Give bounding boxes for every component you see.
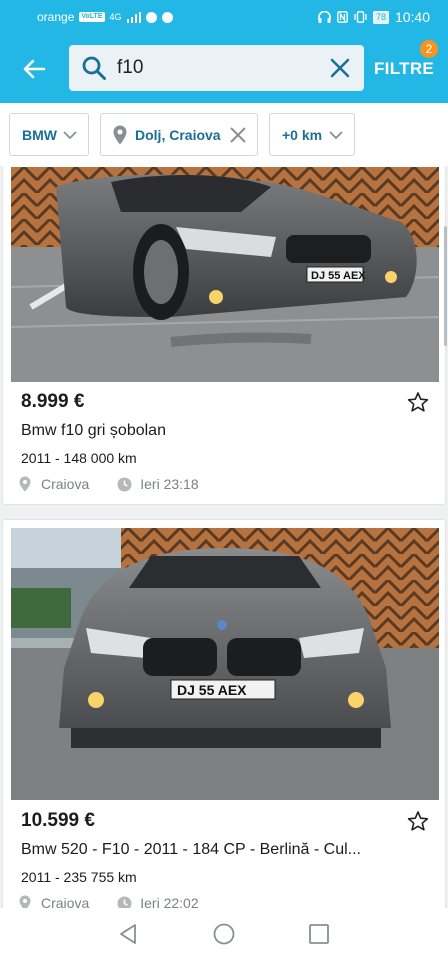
battery-level: 78 bbox=[372, 10, 389, 24]
listing-time: Ieri 22:02 bbox=[140, 895, 199, 908]
listing-photo[interactable]: DJ 55 AEX bbox=[11, 167, 439, 382]
car-photo: DJ 55 AEX bbox=[11, 167, 439, 382]
car-photo: DJ 55 AEX bbox=[11, 528, 439, 800]
location-chip[interactable]: Dolj, Craiova bbox=[100, 113, 258, 156]
volte-badge: VoLTE bbox=[79, 12, 105, 22]
listing-price: 8.999 € bbox=[21, 391, 85, 412]
notification-app-icon bbox=[145, 11, 157, 23]
listing-year-km: 2011 - 148 000 km bbox=[21, 450, 137, 466]
location-pin-icon bbox=[19, 476, 31, 492]
listing-title[interactable]: Bmw 520 - F10 - 2011 - 184 CP - Berlină … bbox=[21, 841, 361, 859]
listing-location-row: Craiova Ieri 23:18 bbox=[19, 476, 199, 492]
listing-card[interactable]: DJ 55 AEX 10.599 € Bmw 520 - F10 - 2011 … bbox=[2, 519, 446, 908]
vibrate-icon bbox=[354, 11, 367, 23]
status-bar: orange VoLTE 4G 78 10:40 bbox=[0, 0, 448, 34]
nav-recents-icon[interactable] bbox=[308, 923, 330, 945]
signal-icon bbox=[126, 11, 141, 23]
star-icon[interactable] bbox=[407, 391, 429, 413]
app-bar: f10 FILTRE 2 bbox=[0, 34, 448, 103]
location-pin-icon bbox=[19, 895, 31, 908]
listing-photo[interactable]: DJ 55 AEX bbox=[11, 528, 439, 800]
filters-button[interactable]: FILTRE bbox=[374, 59, 434, 79]
search-query[interactable]: f10 bbox=[117, 57, 143, 79]
listing-price: 10.599 € bbox=[21, 810, 95, 831]
scrollbar[interactable] bbox=[444, 226, 447, 346]
headphones-icon bbox=[318, 11, 331, 23]
clock-icon bbox=[117, 896, 132, 908]
clock-icon bbox=[117, 477, 132, 491]
listing-title[interactable]: Bmw f10 gri șobolan bbox=[21, 422, 166, 440]
nfc-icon bbox=[337, 11, 348, 23]
search-input[interactable]: f10 bbox=[69, 45, 364, 91]
star-icon[interactable] bbox=[407, 810, 429, 832]
location-chip-label: Dolj, Craiova bbox=[135, 126, 221, 143]
close-icon[interactable] bbox=[328, 56, 352, 80]
radius-chip-label: +0 km bbox=[282, 126, 323, 143]
close-icon[interactable] bbox=[229, 126, 247, 144]
listing-location-row: Craiova Ieri 22:02 bbox=[19, 895, 199, 908]
filter-chips-row: BMW Dolj, Craiova +0 km bbox=[0, 103, 448, 166]
license-plate-text: DJ 55 AEX bbox=[177, 682, 247, 698]
filter-count-badge: 2 bbox=[420, 40, 438, 58]
listing-year-km: 2011 - 235 755 km bbox=[21, 869, 137, 885]
carrier-name: orange bbox=[37, 10, 75, 24]
brand-chip[interactable]: BMW bbox=[9, 113, 89, 156]
nav-back-icon[interactable] bbox=[117, 923, 139, 945]
listing-location: Craiova bbox=[41, 895, 90, 908]
search-icon bbox=[82, 56, 106, 80]
listing-card[interactable]: DJ 55 AEX 8.999 € Bmw f10 gri șobolan 20… bbox=[2, 166, 446, 505]
chevron-down-icon bbox=[329, 131, 343, 140]
brand-chip-label: BMW bbox=[22, 126, 57, 143]
listing-location: Craiova bbox=[41, 476, 90, 492]
clock: 10:40 bbox=[394, 9, 430, 25]
back-button[interactable] bbox=[18, 54, 50, 84]
license-plate-text: DJ 55 AEX bbox=[311, 270, 366, 282]
network-type: 4G bbox=[109, 12, 122, 22]
arrow-left-icon bbox=[23, 59, 46, 79]
radius-chip[interactable]: +0 km bbox=[269, 113, 355, 156]
listings-list[interactable]: DJ 55 AEX 8.999 € Bmw f10 gri șobolan 20… bbox=[0, 166, 448, 908]
listing-time: Ieri 23:18 bbox=[140, 476, 199, 492]
nav-home-icon[interactable] bbox=[213, 923, 235, 945]
system-nav-bar bbox=[0, 908, 448, 960]
messenger-icon bbox=[161, 11, 173, 23]
location-pin-icon bbox=[113, 125, 127, 144]
chevron-down-icon bbox=[63, 131, 77, 140]
